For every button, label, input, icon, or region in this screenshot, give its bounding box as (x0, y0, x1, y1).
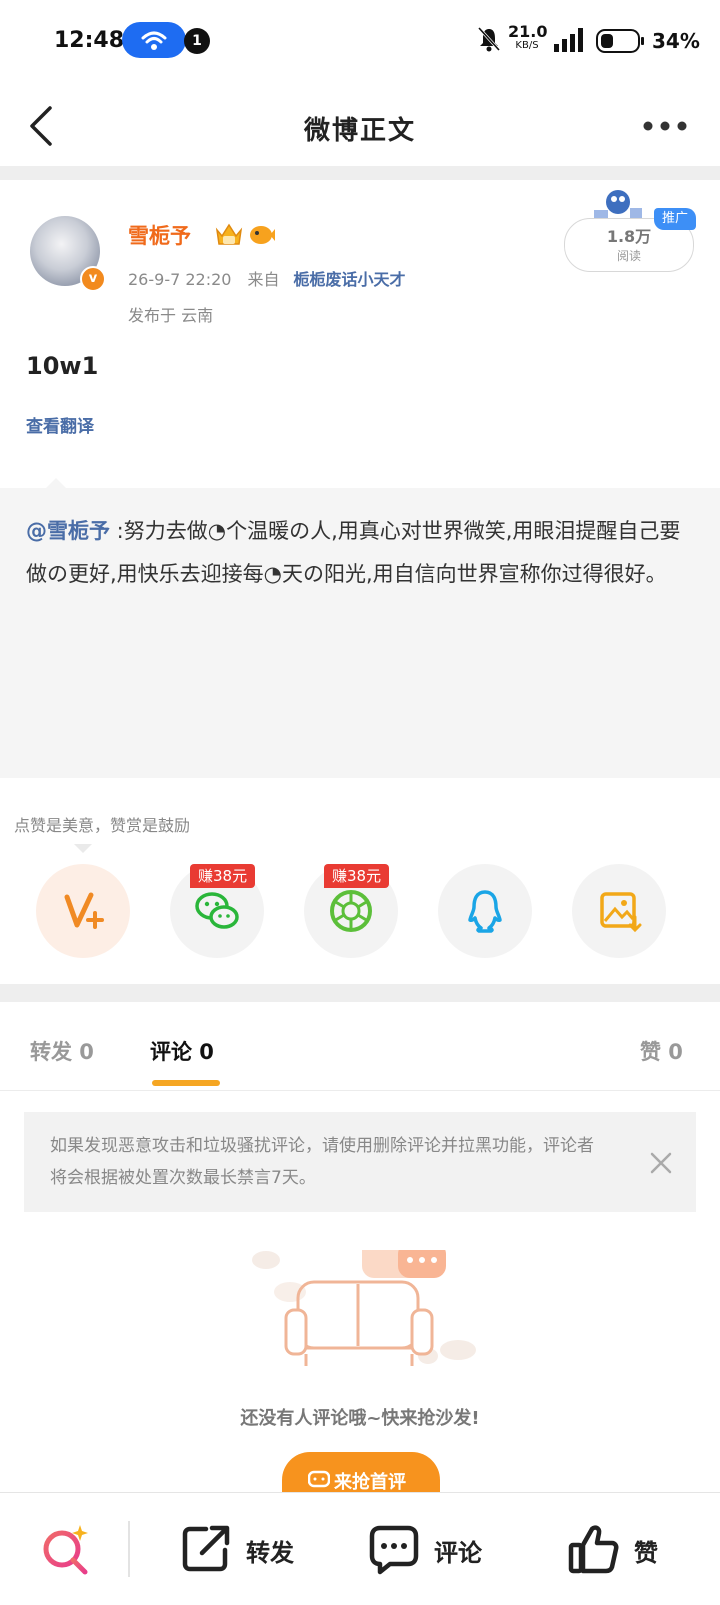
view-translation-link[interactable]: 查看翻译 (26, 412, 94, 437)
moments-icon (330, 890, 372, 932)
empty-comments-text: 还没有人评论哦~快来抢沙发! (240, 1408, 480, 1429)
from-label: 来自 (247, 270, 280, 289)
crown-vip-icon[interactable] (214, 220, 244, 248)
hotspot-icon (122, 22, 186, 58)
post-location: 发布于 云南 (128, 306, 214, 325)
thumbs-up-icon (568, 1525, 619, 1574)
mention-link[interactable]: @雪栀予 (26, 519, 110, 543)
comment-label: 评论 (434, 1539, 482, 1567)
top-nav: 微博正文 (0, 84, 720, 168)
repost-icon (182, 1525, 230, 1572)
tab-likes[interactable]: 赞 0 (640, 1036, 683, 1066)
post-meta: 26-9-7 22:20 来自 栀栀废话小天才 (128, 266, 406, 290)
repost-label: 转发 (246, 1539, 294, 1567)
comment-bubble-icon (308, 1470, 330, 1488)
tip-text: 点赞是美意，赞赏是鼓励 (14, 816, 191, 835)
save-image-button[interactable] (572, 864, 666, 958)
comment-notice: 如果发现恶意攻击和垃圾骚扰评论，请使用删除评论并拉黑功能，评论者将会根据被处置次… (24, 1112, 696, 1212)
comment-icon (369, 1525, 419, 1575)
active-tab-indicator (152, 1080, 220, 1086)
tip-pointer (74, 844, 92, 853)
post-source-link[interactable]: 栀栀废话小天才 (293, 270, 405, 289)
search-ai-icon[interactable] (40, 1523, 92, 1575)
reposted-text: @雪栀予 :努力去做◔个温暖の人,用真心对世界微笑,用眼泪提醒自己要做の更好,用… (26, 510, 698, 596)
divider (0, 984, 720, 1002)
mute-bell-icon (478, 26, 500, 52)
save-image-icon (600, 892, 642, 933)
fish-badge-icon[interactable] (248, 220, 276, 248)
tab-comments[interactable]: 评论 0 (150, 1036, 214, 1066)
empty-sofa-illustration (252, 1250, 476, 1366)
post-text: 10w1 (26, 352, 99, 380)
repost-pointer (44, 478, 68, 490)
status-time: 12:48 (54, 28, 125, 53)
battery-icon (596, 29, 644, 53)
status-bar: 12:48 1 21.0 KB/S 34% (0, 0, 720, 84)
close-icon[interactable] (650, 1152, 672, 1174)
notification-count-badge: 1 (184, 28, 210, 54)
battery-percent: 34% (652, 29, 700, 53)
bottom-action-bar: 转发 评论 赞 (0, 1492, 720, 1605)
divider (0, 1090, 720, 1091)
network-speed: 21.0 KB/S (508, 22, 548, 52)
read-count-label: 阅读 (616, 249, 641, 263)
first-comment-label: 来抢首评 (334, 1472, 406, 1493)
author-name[interactable]: 雪栀予 (128, 220, 191, 250)
share-qq-button[interactable] (438, 864, 532, 958)
wechat-icon (195, 892, 239, 929)
earn-reward-badge: 赚38元 (324, 864, 390, 888)
more-options-icon[interactable] (642, 120, 688, 132)
page-title: 微博正文 (303, 116, 416, 146)
divider (0, 166, 720, 180)
like-label: 赞 (634, 1539, 658, 1567)
v-plus-icon (64, 892, 104, 929)
earn-reward-badge: 赚38元 (190, 864, 256, 888)
v-plus-button[interactable] (36, 864, 130, 958)
qq-icon (468, 890, 502, 933)
verified-badge-icon: v (80, 266, 106, 292)
mascot-illustration-icon (594, 190, 642, 218)
tab-reposts[interactable]: 转发 0 (30, 1036, 94, 1066)
promo-tag[interactable]: 推广 (654, 208, 696, 230)
signal-icon (554, 28, 583, 52)
reposted-body: :努力去做◔个温暖の人,用真心对世界微笑,用眼泪提醒自己要做の更好,用快乐去迎接… (26, 519, 681, 586)
divider (128, 1521, 130, 1577)
post-date: 26-9-7 22:20 (128, 270, 232, 289)
notice-text: 如果发现恶意攻击和垃圾骚扰评论，请使用删除评论并拉黑功能，评论者将会根据被处置次… (50, 1136, 594, 1188)
